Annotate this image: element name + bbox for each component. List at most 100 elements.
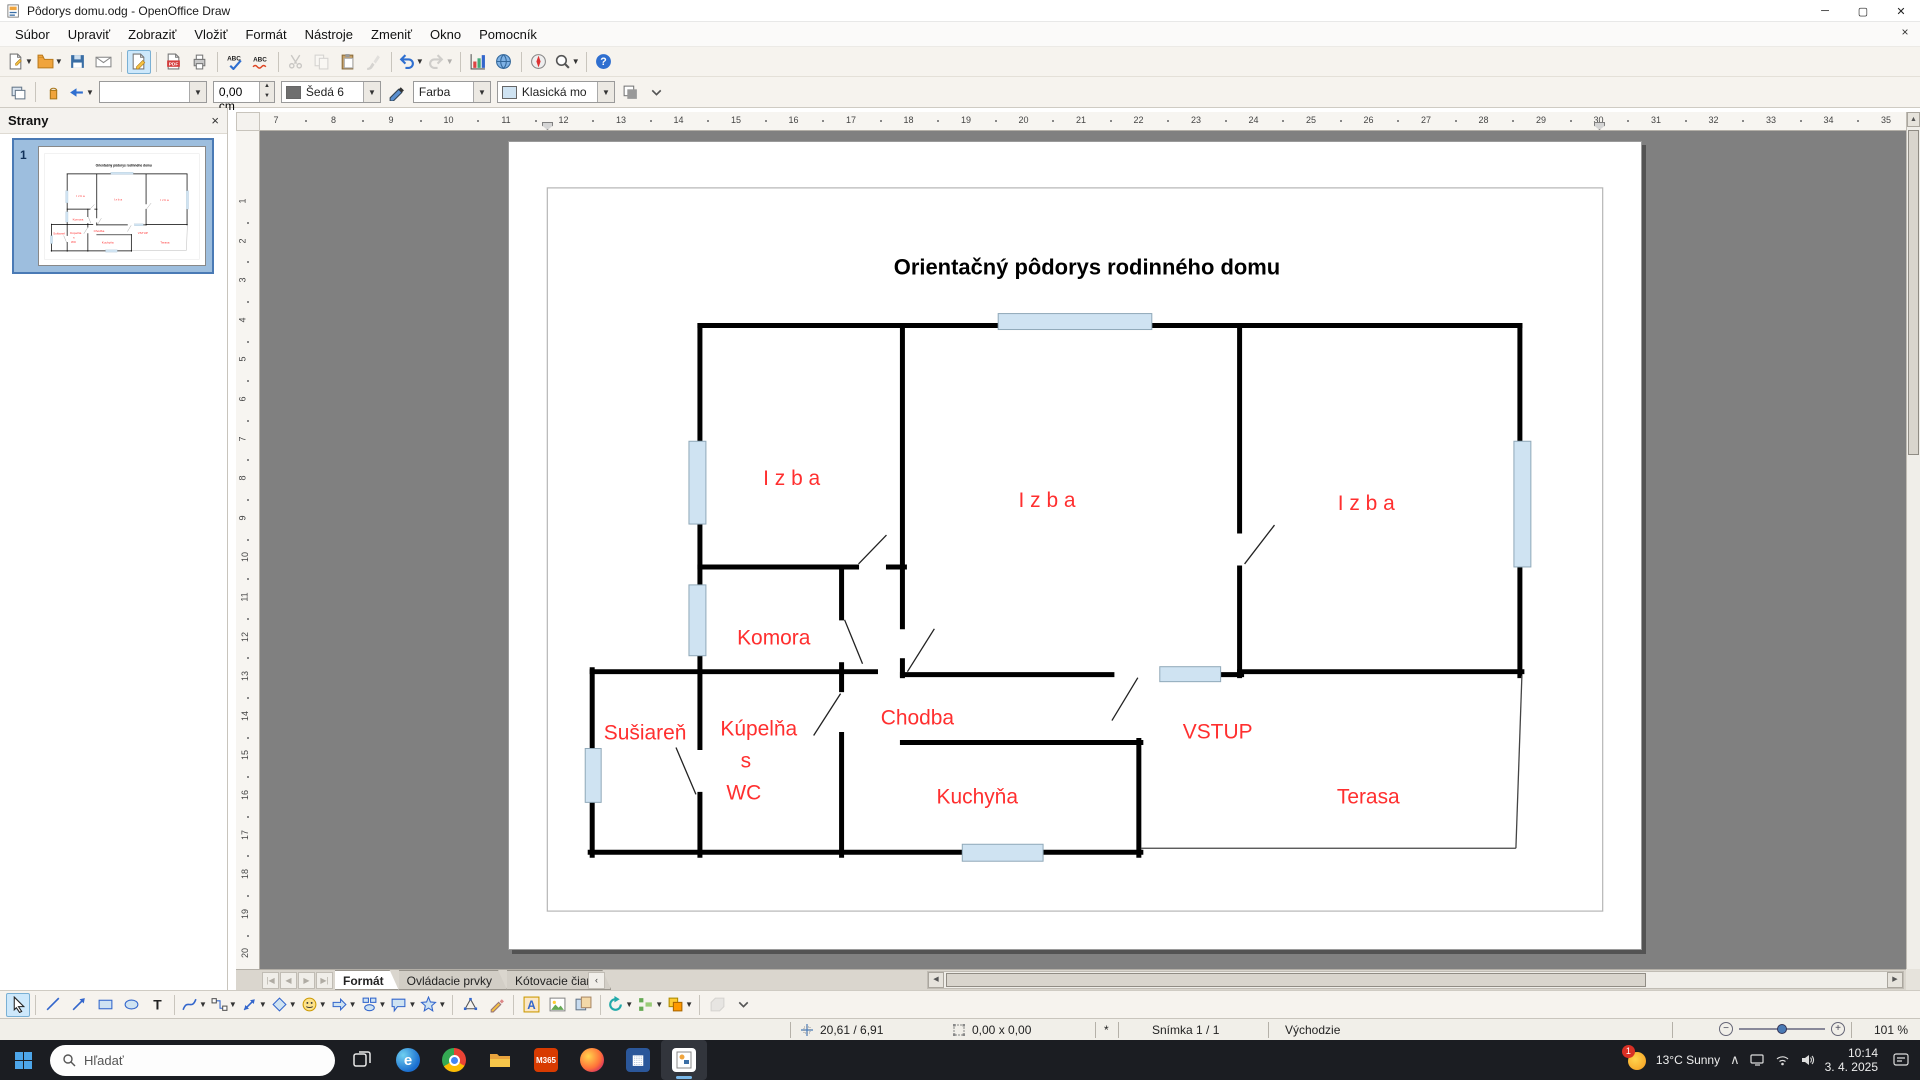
shadow-button[interactable] xyxy=(619,80,643,104)
navigator-button[interactable] xyxy=(527,50,551,74)
chevron-down-icon[interactable]: ▼ xyxy=(259,1000,267,1009)
export-pdf-button[interactable]: PDF xyxy=(162,50,186,74)
taskbar-task-view[interactable] xyxy=(339,1040,385,1080)
panel-close-icon[interactable]: × xyxy=(211,113,219,128)
toolbar-overflow-button[interactable] xyxy=(731,993,755,1017)
chevron-down-icon[interactable]: ▼ xyxy=(25,57,33,66)
horizontal-scrollbar-thumb[interactable] xyxy=(946,973,1646,987)
chevron-down-icon[interactable]: ▼ xyxy=(572,57,580,66)
taskbar-weather-widget[interactable]: 1 13°C Sunny xyxy=(1621,1045,1720,1072)
ruler-indent-marker[interactable] xyxy=(1594,122,1605,130)
arrow-line-button[interactable]: ▼ xyxy=(240,993,268,1017)
arrange-button[interactable]: ▼ xyxy=(666,993,694,1017)
zoom-slider-thumb[interactable] xyxy=(1777,1024,1787,1034)
curve-button[interactable]: ▼ xyxy=(180,993,208,1017)
rectangle-button[interactable] xyxy=(93,993,117,1017)
taskbar-m365[interactable]: M365 xyxy=(523,1040,569,1080)
mail-button[interactable] xyxy=(92,50,116,74)
horizontal-scrollbar[interactable]: ◀ ▶ xyxy=(927,971,1904,989)
status-zoom-percent[interactable]: 101 % xyxy=(1874,1023,1908,1037)
menu-pomocník[interactable]: Pomocník xyxy=(470,24,546,45)
undo-button[interactable]: ▼ xyxy=(397,50,425,74)
maximize-button[interactable]: ▢ xyxy=(1844,0,1882,22)
line-button[interactable] xyxy=(41,993,65,1017)
taskbar-clock[interactable]: 10:14 3. 4. 2025 xyxy=(1825,1046,1878,1074)
connector-button[interactable]: ▼ xyxy=(210,993,238,1017)
print-button[interactable] xyxy=(188,50,212,74)
taskbar-file-explorer[interactable] xyxy=(477,1040,523,1080)
fill-pen-icon[interactable] xyxy=(385,80,409,104)
menu-upraviť[interactable]: Upraviť xyxy=(59,24,119,45)
toolbar-overflow-button[interactable] xyxy=(645,80,669,104)
symbol-shapes-button[interactable]: ▼ xyxy=(300,993,328,1017)
start-button[interactable] xyxy=(0,1040,46,1080)
chevron-down-icon[interactable]: ▼ xyxy=(379,1000,387,1009)
from-file-button[interactable] xyxy=(545,993,569,1017)
taskbar-search-input[interactable]: Hľadať xyxy=(50,1044,335,1076)
fontwork-button[interactable]: A xyxy=(519,993,543,1017)
chevron-down-icon[interactable]: ▼ xyxy=(408,1000,416,1009)
page-thumbnail[interactable]: 1 Orientačný pôdorys rodinného domu I z b… xyxy=(12,138,214,274)
save-button[interactable] xyxy=(66,50,90,74)
menu-formát[interactable]: Formát xyxy=(236,24,295,45)
document-page[interactable]: Orientačný pôdorys rodinného domu I z b a… xyxy=(508,141,1642,950)
ellipse-button[interactable] xyxy=(119,993,143,1017)
align-button[interactable]: ▼ xyxy=(636,993,664,1017)
zoom-button[interactable]: ▼ xyxy=(553,50,581,74)
chevron-down-icon[interactable]: ▼ xyxy=(625,1000,633,1009)
menu-zobraziť[interactable]: Zobraziť xyxy=(119,24,185,45)
chevron-down-icon[interactable]: ▼ xyxy=(416,57,424,66)
chevron-down-icon[interactable]: ▼ xyxy=(289,1000,297,1009)
document-close-icon[interactable]: × xyxy=(1896,25,1914,43)
drawing-canvas[interactable]: Orientačný pôdorys rodinného domu I z b a… xyxy=(260,131,1906,969)
menu-nástroje[interactable]: Nástroje xyxy=(296,24,362,45)
speaker-icon[interactable] xyxy=(1800,1053,1815,1067)
spellcheck-button[interactable]: ABC xyxy=(223,50,247,74)
gallery-button[interactable] xyxy=(571,993,595,1017)
flowchart-button[interactable]: ▼ xyxy=(360,993,388,1017)
paste-button[interactable] xyxy=(336,50,360,74)
glue-points-button[interactable] xyxy=(484,993,508,1017)
help-button[interactable]: ? xyxy=(592,50,616,74)
chevron-down-icon[interactable]: ▼ xyxy=(199,1000,207,1009)
new-document-button[interactable]: ▼ xyxy=(6,50,34,74)
zoom-slider[interactable]: − + xyxy=(1719,1022,1845,1036)
chevron-down-icon[interactable]: ▼ xyxy=(55,57,63,66)
stars-button[interactable]: ▼ xyxy=(419,993,447,1017)
tray-chevron-icon[interactable]: ∧ xyxy=(1730,1052,1740,1068)
arrow-style-button[interactable]: ▼ xyxy=(67,80,95,104)
menu-zmeniť[interactable]: Zmeniť xyxy=(362,24,421,45)
arrow-button[interactable] xyxy=(67,993,91,1017)
basic-shapes-button[interactable]: ▼ xyxy=(270,993,298,1017)
tab-formát[interactable]: Formát xyxy=(335,970,399,990)
taskbar-oo-draw[interactable] xyxy=(661,1040,707,1080)
chevron-down-icon[interactable]: ▼ xyxy=(86,88,94,97)
chevron-down-icon[interactable]: ▼ xyxy=(685,1000,693,1009)
taskbar-chrome[interactable] xyxy=(431,1040,477,1080)
chevron-down-icon[interactable]: ▼ xyxy=(446,57,454,66)
ruler-indent-marker[interactable] xyxy=(542,122,553,130)
minimize-button[interactable]: ─ xyxy=(1806,0,1844,22)
line-dialog-button[interactable] xyxy=(41,80,65,104)
fill-color-select[interactable]: Klasická mo ▼ xyxy=(496,81,615,103)
vertical-scrollbar[interactable]: ▲ ▼ xyxy=(1906,112,1920,988)
rotate-button[interactable]: ▼ xyxy=(606,993,634,1017)
monitor-icon[interactable] xyxy=(1750,1053,1765,1067)
notification-center-icon[interactable] xyxy=(1888,1047,1914,1073)
tab-scroll-left-button[interactable]: ‹ xyxy=(588,972,605,989)
chevron-down-icon[interactable]: ▼ xyxy=(349,1000,357,1009)
menu-súbor[interactable]: Súbor xyxy=(6,24,59,45)
hyperlink-globe-button[interactable] xyxy=(492,50,516,74)
open-button[interactable]: ▼ xyxy=(36,50,64,74)
block-arrows-button[interactable]: ▼ xyxy=(330,993,358,1017)
chevron-down-icon[interactable]: ▼ xyxy=(438,1000,446,1009)
taskbar-office-app[interactable]: ▦ xyxy=(615,1040,661,1080)
chevron-down-icon[interactable]: ▼ xyxy=(229,1000,237,1009)
tab-ovládacie-prvky[interactable]: Ovládacie prvky xyxy=(399,970,507,990)
fill-style-select[interactable]: Farba ▼ xyxy=(412,81,491,103)
vertical-scrollbar-thumb[interactable] xyxy=(1908,130,1919,455)
text-button[interactable]: T xyxy=(145,993,169,1017)
chart-button[interactable] xyxy=(466,50,490,74)
tab-nav-buttons[interactable]: |◀ ◀ ▶ ▶| xyxy=(262,972,334,989)
menu-vložiť[interactable]: Vložiť xyxy=(185,24,236,45)
